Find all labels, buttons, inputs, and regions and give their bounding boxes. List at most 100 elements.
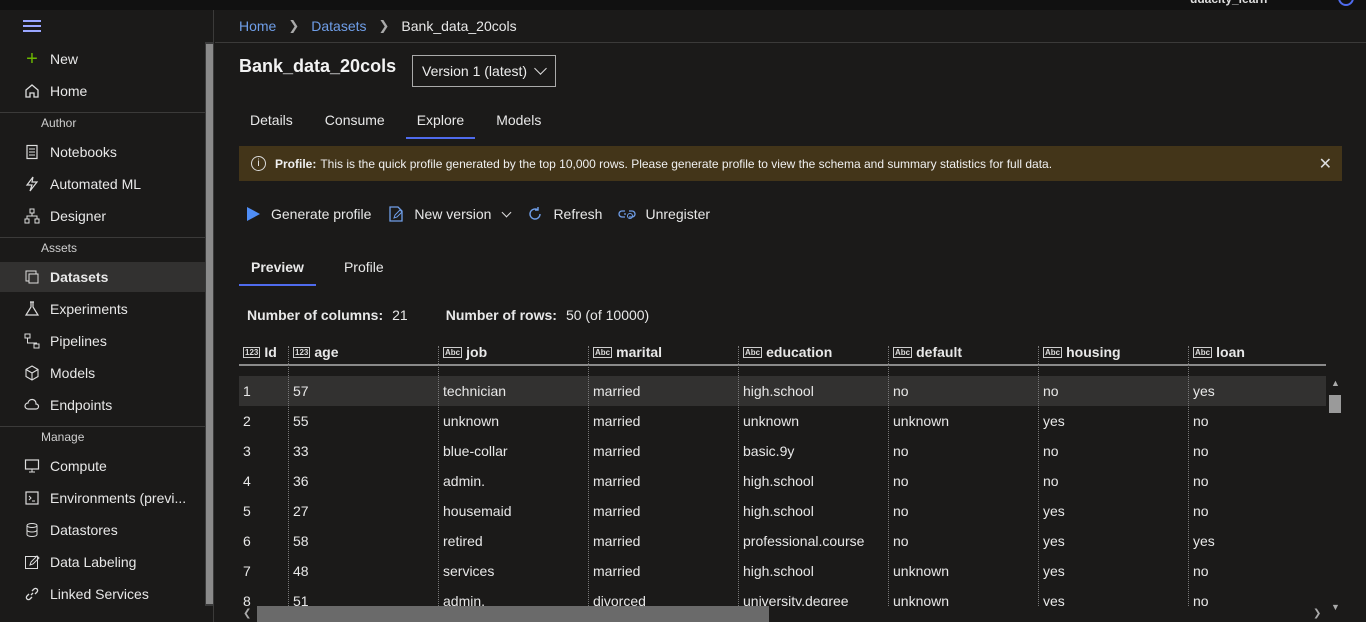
avatar[interactable] bbox=[1338, 0, 1354, 6]
column-header-default[interactable]: Abc default bbox=[889, 340, 1039, 364]
tab-details[interactable]: Details bbox=[239, 109, 304, 139]
monitor-icon bbox=[23, 457, 41, 475]
column-header-age[interactable]: 123 age bbox=[289, 340, 439, 364]
refresh-button[interactable]: Refresh bbox=[526, 203, 602, 225]
table-vertical-scrollbar-thumb[interactable] bbox=[1329, 395, 1341, 413]
column-header-id[interactable]: 123 Id bbox=[239, 340, 289, 364]
page-title: Bank_data_20cols bbox=[239, 56, 397, 76]
play-icon bbox=[244, 205, 262, 223]
table-row[interactable]: 3 33 blue-collar married basic.9y no no no bbox=[239, 436, 1326, 466]
table-row[interactable]: 1 57 technician married high.school no no yes bbox=[239, 376, 1326, 406]
unregister-button[interactable]: Unregister bbox=[618, 203, 710, 225]
rows-label: Number of rows: bbox=[445, 307, 557, 323]
numeric-type-icon: 123 bbox=[293, 346, 311, 358]
column-header-label: education bbox=[766, 344, 833, 360]
table-cell-loan: yes bbox=[1193, 383, 1215, 399]
table-cell-marital: married bbox=[593, 443, 641, 459]
sidebar-item-data-labeling[interactable]: Data Labeling bbox=[0, 547, 205, 577]
sidebar-item-compute[interactable]: Compute bbox=[0, 451, 205, 481]
column-header-job[interactable]: Abc job bbox=[439, 340, 589, 364]
hamburger-menu-icon[interactable] bbox=[23, 20, 41, 34]
sidebar-scrollbar-thumb[interactable] bbox=[206, 44, 213, 604]
environment-icon bbox=[23, 489, 41, 507]
column-divider[interactable] bbox=[588, 346, 589, 606]
breadcrumb-datasets[interactable]: Datasets bbox=[311, 18, 366, 34]
table-cell-loan: no bbox=[1193, 563, 1209, 579]
flask-icon bbox=[23, 300, 41, 318]
scroll-right-icon[interactable]: ❯ bbox=[1313, 608, 1321, 619]
sidebar-item-datasets[interactable]: Datasets bbox=[0, 262, 205, 292]
sidebar-item-pipelines[interactable]: Pipelines bbox=[0, 326, 205, 356]
table-cell-marital: married bbox=[593, 413, 641, 429]
table-cell-education: high.school bbox=[743, 563, 814, 579]
refresh-label: Refresh bbox=[553, 206, 603, 222]
column-header-education[interactable]: Abc education bbox=[739, 340, 889, 364]
column-divider[interactable] bbox=[438, 346, 439, 606]
chevron-down-icon bbox=[501, 207, 512, 217]
tab-preview[interactable]: Preview bbox=[239, 256, 316, 286]
sidebar-item-environments[interactable]: Environments (previ... bbox=[0, 483, 205, 513]
column-header-label: age bbox=[314, 344, 339, 360]
tab-explore[interactable]: Explore bbox=[405, 109, 476, 139]
column-divider[interactable] bbox=[288, 346, 289, 606]
column-header-loan[interactable]: Abc loan bbox=[1189, 340, 1326, 364]
pipeline-icon bbox=[23, 332, 41, 350]
sidebar-item-label: Endpoints bbox=[50, 397, 113, 413]
table-cell-age: 58 bbox=[293, 533, 309, 549]
new-version-button[interactable]: New version bbox=[387, 203, 512, 225]
sidebar-item-models[interactable]: Models bbox=[0, 358, 205, 388]
generate-profile-button[interactable]: Generate profile bbox=[244, 203, 371, 225]
column-header-label: loan bbox=[1216, 344, 1245, 360]
table-row[interactable]: 4 36 admin. married high.school no no no bbox=[239, 466, 1326, 496]
table-row[interactable]: 7 48 services married high.school unknown yes n… bbox=[239, 556, 1326, 586]
column-header-housing[interactable]: Abc housing bbox=[1039, 340, 1189, 364]
sidebar-item-label: Pipelines bbox=[50, 333, 107, 349]
sidebar-item-home[interactable]: Home bbox=[0, 76, 205, 106]
table-row[interactable]: 6 58 retired married professional.course no ye… bbox=[239, 526, 1326, 556]
breadcrumb-home[interactable]: Home bbox=[239, 18, 276, 34]
column-divider[interactable] bbox=[738, 346, 739, 606]
column-divider[interactable] bbox=[888, 346, 889, 606]
sidebar-item-linked-services[interactable]: Linked Services bbox=[0, 579, 205, 609]
tab-models[interactable]: Models bbox=[485, 109, 552, 139]
table-cell-job: technician bbox=[443, 383, 507, 399]
close-icon[interactable]: ✕ bbox=[1319, 154, 1332, 174]
sidebar-item-designer[interactable]: Designer bbox=[0, 201, 205, 231]
sidebar-item-label: Datastores bbox=[50, 522, 118, 538]
chevron-down-icon bbox=[534, 62, 547, 75]
unregister-label: Unregister bbox=[645, 206, 711, 222]
version-dropdown[interactable]: Version 1 (latest) bbox=[412, 55, 556, 87]
column-header-marital[interactable]: Abc marital bbox=[589, 340, 739, 364]
sidebar-item-automated-ml[interactable]: Automated ML bbox=[0, 169, 205, 199]
sidebar-item-datastores[interactable]: Datastores bbox=[0, 515, 205, 545]
sidebar-item-experiments[interactable]: Experiments bbox=[0, 294, 205, 324]
table-cell-id: 2 bbox=[243, 413, 251, 429]
user-name[interactable]: udacity_learn bbox=[1190, 0, 1267, 6]
table-row[interactable]: 2 55 unknown married unknown unknown yes no bbox=[239, 406, 1326, 436]
designer-icon bbox=[23, 207, 41, 225]
scroll-left-icon[interactable]: ❮ bbox=[243, 608, 251, 619]
refresh-icon bbox=[526, 205, 544, 223]
table-cell-marital: divorced bbox=[593, 593, 646, 606]
sidebar-item-notebooks[interactable]: Notebooks bbox=[0, 137, 205, 167]
table-cell-loan: no bbox=[1193, 503, 1209, 519]
table-row[interactable]: 5 27 housemaid married high.school no yes no bbox=[239, 496, 1326, 526]
column-divider[interactable] bbox=[1038, 346, 1039, 606]
table-row[interactable]: 8 51 admin. divorced university.degree unknow… bbox=[239, 586, 1326, 606]
column-divider[interactable] bbox=[1188, 346, 1189, 606]
plus-icon: + bbox=[26, 47, 38, 70]
scroll-up-icon[interactable]: ▲ bbox=[1331, 378, 1340, 388]
data-preview-table: 123 Id 123 age Abc job Abc marital Abc education A… bbox=[239, 340, 1326, 606]
table-cell-id: 7 bbox=[243, 563, 251, 579]
tab-profile[interactable]: Profile bbox=[332, 256, 396, 286]
table-cell-default: no bbox=[893, 473, 909, 489]
text-type-icon: Abc bbox=[743, 346, 763, 358]
table-cell-default: unknown bbox=[893, 593, 950, 606]
tab-consume[interactable]: Consume bbox=[314, 109, 396, 139]
new-button[interactable]: + New bbox=[0, 44, 205, 74]
table-cell-marital: married bbox=[593, 563, 641, 579]
column-header-label: default bbox=[916, 344, 963, 360]
sidebar-item-endpoints[interactable]: Endpoints bbox=[0, 390, 205, 420]
table-cell-job: admin. bbox=[443, 593, 486, 606]
table-horizontal-scrollbar-thumb[interactable] bbox=[257, 606, 769, 622]
